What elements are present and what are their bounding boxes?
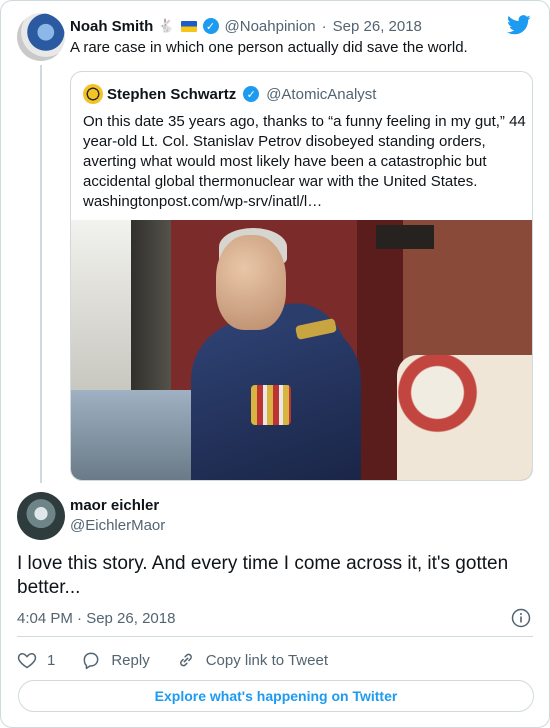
- quoted-tweet-header: Stephen Schwartz ✓ @AtomicAnalyst: [83, 84, 376, 104]
- author-handle[interactable]: @EichlerMaor: [70, 517, 165, 534]
- info-icon[interactable]: [511, 608, 531, 628]
- like-button[interactable]: 1: [17, 650, 55, 670]
- divider: [17, 636, 533, 637]
- parent-tweet-header: Noah Smith 🐇 ✓ @Noahpinion · Sep 26, 201…: [70, 15, 422, 37]
- ukraine-flag-icon: [180, 20, 197, 32]
- thread-line: [40, 65, 42, 483]
- quoted-tweet-link[interactable]: washingtonpost.com/wp-srv/inatl/l…: [83, 192, 528, 212]
- photo-face: [216, 235, 286, 330]
- avatar[interactable]: [17, 13, 65, 61]
- parent-tweet[interactable]: Noah Smith 🐇 ✓ @Noahpinion · Sep 26, 201…: [1, 1, 549, 486]
- photo-medals: [251, 385, 291, 425]
- twitter-bird-icon[interactable]: [507, 15, 531, 35]
- verified-badge-icon: ✓: [202, 18, 219, 34]
- avatar[interactable]: [17, 492, 65, 540]
- like-count: 1: [47, 651, 56, 669]
- separator-dot: ·: [321, 17, 327, 35]
- tweet-date[interactable]: Sep 26, 2018: [333, 18, 422, 35]
- quoted-tweet-body: On this date 35 years ago, thanks to “a …: [83, 113, 526, 190]
- speech-bubble-icon: [83, 652, 99, 670]
- author-name[interactable]: Noah Smith: [70, 18, 153, 35]
- copy-link-button[interactable]: Copy link to Tweet: [176, 650, 328, 670]
- tweet-timestamp[interactable]: 4:04 PM · Sep 26, 2018: [17, 610, 175, 627]
- photo-armchair: [397, 355, 532, 480]
- tweet-actions: 1 Reply Copy link to Tweet: [17, 647, 354, 673]
- heart-icon: [17, 652, 37, 669]
- explore-twitter-button[interactable]: Explore what's happening on Twitter: [18, 680, 534, 712]
- rabbit-emoji: 🐇: [158, 18, 175, 33]
- reply-button[interactable]: Reply: [81, 650, 150, 670]
- verified-badge-icon: ✓: [243, 86, 260, 102]
- author-name[interactable]: Stephen Schwartz: [107, 86, 236, 103]
- author-name[interactable]: maor eichler: [70, 497, 159, 514]
- copy-link-label: Copy link to Tweet: [205, 651, 328, 669]
- avatar[interactable]: [83, 84, 103, 104]
- reply-text: I love this story. And every time I come…: [17, 553, 509, 598]
- author-handle[interactable]: @AtomicAnalyst: [266, 86, 376, 103]
- quoted-tweet[interactable]: Stephen Schwartz ✓ @AtomicAnalyst On thi…: [70, 71, 533, 481]
- quoted-tweet-text: On this date 35 years ago, thanks to “a …: [83, 112, 528, 212]
- reply-label: Reply: [111, 651, 150, 669]
- quoted-tweet-photo[interactable]: [71, 220, 532, 480]
- link-icon: [179, 653, 192, 667]
- photo-wall-picture: [376, 225, 434, 249]
- tweet-text: A rare case in which one person actually…: [70, 39, 468, 56]
- tweet-embed-card: Noah Smith 🐇 ✓ @Noahpinion · Sep 26, 201…: [0, 0, 550, 728]
- photo-window: [71, 220, 131, 390]
- author-handle[interactable]: @Noahpinion: [225, 18, 316, 35]
